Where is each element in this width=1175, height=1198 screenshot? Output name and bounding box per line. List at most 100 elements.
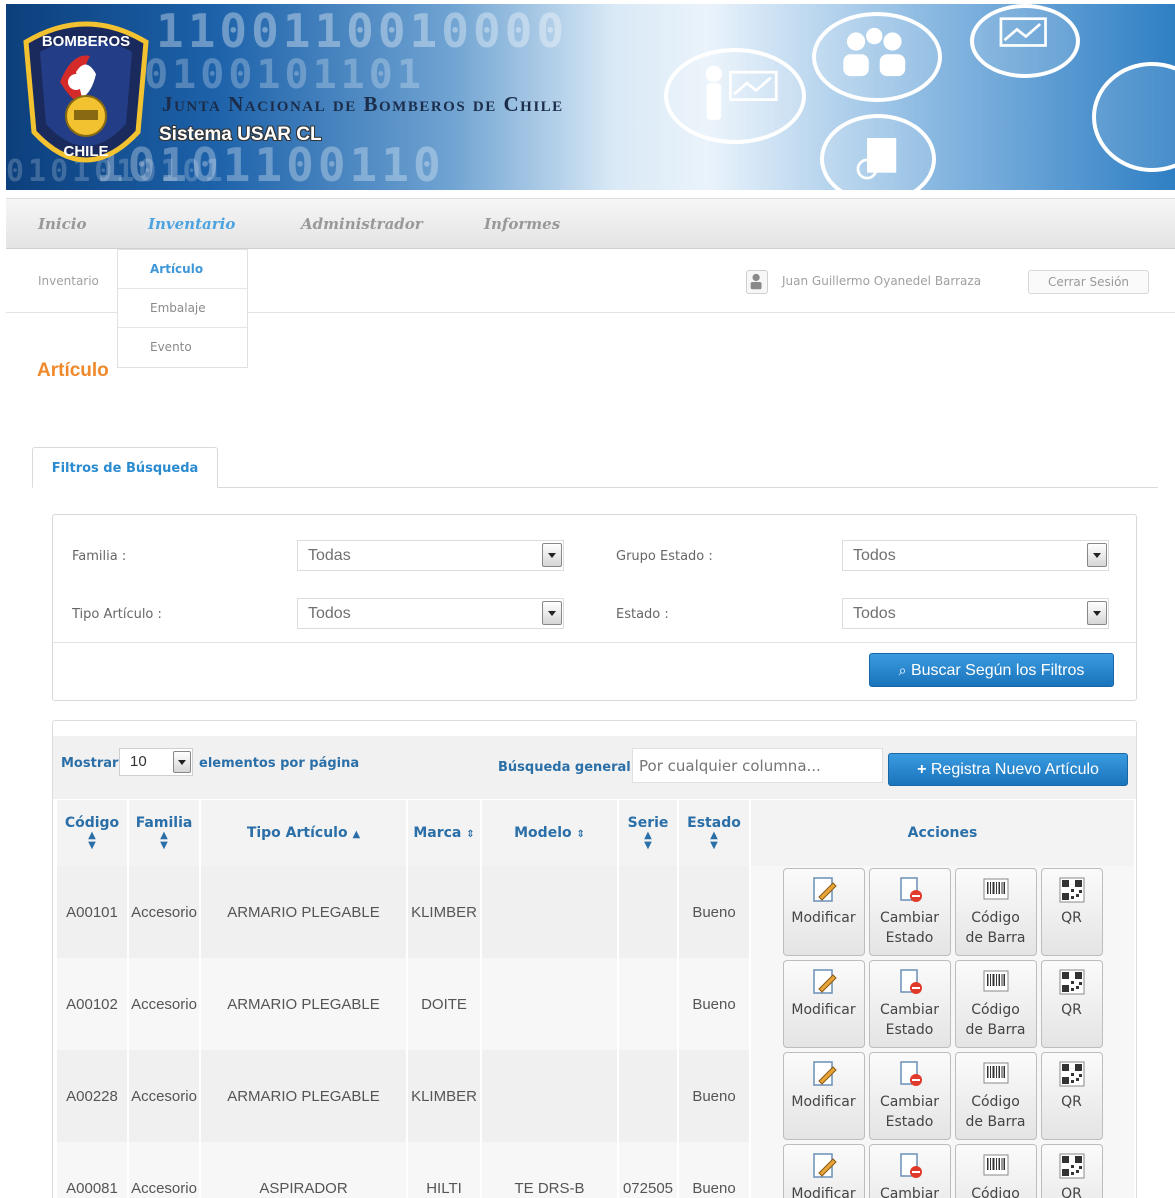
edit-icon: [812, 1061, 837, 1086]
barcode-icon: [983, 1154, 1008, 1176]
col-familia[interactable]: Familia ▲ ▼: [129, 800, 199, 866]
cell-serie: [619, 958, 677, 1050]
cell-estado: Bueno: [679, 1142, 749, 1198]
menu-item-evento[interactable]: Evento: [118, 328, 247, 367]
articles-table: Código ▲ ▼ Familia ▲ ▼ Tipo Artículo ▲ Marca…: [55, 800, 1136, 1198]
barcode-button[interactable]: Código de Barra: [954, 1052, 1037, 1140]
qr-button[interactable]: QR: [1040, 960, 1103, 1048]
cell-codigo: A00101: [57, 866, 127, 958]
col-tipo-articulo[interactable]: Tipo Artículo ▲: [201, 800, 406, 866]
system-title: Sistema USAR CL: [159, 124, 322, 145]
chart-bubble-icon: [970, 4, 1080, 78]
change-state-button[interactable]: Cambiar Estado: [868, 960, 951, 1048]
cell-tipo-articulo: ARMARIO PLEGABLE: [201, 958, 406, 1050]
search-icon: ⌕: [898, 662, 907, 678]
chevron-down-icon: [173, 751, 191, 773]
modify-button[interactable]: Modificar: [782, 868, 865, 956]
col-estado[interactable]: Estado ▲ ▼: [679, 800, 749, 866]
per-page-label: elementos por página: [199, 756, 360, 771]
document-remove-icon: [899, 1153, 922, 1178]
grupo-estado-select[interactable]: Todos: [842, 540, 1109, 571]
cell-modelo: [482, 958, 617, 1050]
col-marca[interactable]: Marca ⇕: [408, 800, 480, 866]
cell-tipo-articulo: ASPIRADOR: [201, 1142, 406, 1198]
new-article-button[interactable]: + Registra Nuevo Artículo: [888, 753, 1128, 786]
barcode-button[interactable]: Código de Barra: [954, 868, 1037, 956]
table-row: A00102 Accesorio ARMARIO PLEGABLE DOITE …: [57, 958, 1134, 1050]
cell-estado: Bueno: [679, 958, 749, 1050]
sort-icon: ▲ ▼: [710, 829, 718, 851]
plus-icon: +: [917, 761, 927, 778]
cell-acciones: Modificar Cambiar Estado Código de Barra…: [751, 866, 1134, 958]
logout-button[interactable]: Cerrar Sesión: [1028, 270, 1149, 294]
inventario-dropdown-menu: Artículo Embalaje Evento: [117, 249, 248, 368]
sort-icon: ▲ ▼: [88, 829, 96, 851]
qr-code-icon: [1059, 1153, 1084, 1179]
org-title: Junta Nacional de Bomberos de Chile: [162, 92, 564, 116]
general-search-input[interactable]: [632, 748, 883, 783]
change-state-button[interactable]: Cambiar Estado: [868, 1052, 951, 1140]
modify-button[interactable]: Modificar: [782, 960, 865, 1048]
modify-button[interactable]: Modificar: [782, 1144, 865, 1198]
col-codigo[interactable]: Código ▲ ▼: [57, 800, 127, 866]
cell-acciones: Modificar Cambiar Estado Código de Barra…: [751, 958, 1134, 1050]
cell-familia: Accesorio: [129, 1142, 199, 1198]
qr-button[interactable]: QR: [1040, 868, 1103, 956]
sort-icon: ▲ ▼: [160, 829, 168, 851]
estado-select[interactable]: Todos: [842, 598, 1109, 629]
gear-bubble-icon: [1092, 62, 1175, 172]
barcode-icon: [983, 1062, 1008, 1084]
cell-estado: Bueno: [679, 1050, 749, 1142]
table-row: A00228 Accesorio ARMARIO PLEGABLE KLIMBE…: [57, 1050, 1134, 1142]
edit-icon: [812, 877, 837, 902]
table-header-row: Código ▲ ▼ Familia ▲ ▼ Tipo Artículo ▲ Marca…: [57, 800, 1134, 866]
chevron-down-icon: [542, 543, 562, 567]
page-title: Artículo: [37, 360, 109, 381]
nav-administrador[interactable]: Administrador: [301, 215, 423, 233]
cell-acciones: Modificar Cambiar Estado Código de Barra…: [751, 1050, 1134, 1142]
bomberos-crest-logo: BOMBEROS CHILE: [23, 21, 149, 163]
qr-button[interactable]: QR: [1040, 1144, 1103, 1198]
tipo-articulo-label: Tipo Artículo :: [72, 607, 162, 622]
document-remove-icon: [899, 1061, 922, 1086]
document-remove-icon: [899, 969, 922, 994]
cell-codigo: A00081: [57, 1142, 127, 1198]
search-filters-button[interactable]: ⌕ Buscar Según los Filtros: [869, 653, 1114, 687]
cell-marca: KLIMBER: [408, 866, 480, 958]
cell-marca: KLIMBER: [408, 1050, 480, 1142]
page-size-select[interactable]: 10: [119, 748, 193, 776]
change-state-button[interactable]: Cambiar Estado: [868, 868, 951, 956]
menu-item-embalaje[interactable]: Embalaje: [118, 289, 247, 328]
barcode-button[interactable]: Código de Barra: [954, 1144, 1037, 1198]
grupo-estado-label: Grupo Estado :: [616, 549, 713, 564]
nav-inicio[interactable]: Inicio: [38, 215, 86, 233]
svg-text:BOMBEROS: BOMBEROS: [42, 33, 130, 50]
cell-marca: DOITE: [408, 958, 480, 1050]
user-name: Juan Guillermo Oyanedel Barraza: [782, 274, 982, 288]
document-remove-icon: [899, 877, 922, 902]
familia-select[interactable]: Todas: [297, 540, 564, 571]
breadcrumb[interactable]: Inventario: [38, 274, 99, 288]
menu-item-articulo[interactable]: Artículo: [118, 250, 247, 289]
nav-informes[interactable]: Informes: [484, 215, 560, 233]
col-serie[interactable]: Serie ▲ ▼: [619, 800, 677, 866]
nav-inventario[interactable]: Inventario: [148, 215, 235, 233]
main-nav: Inicio Inventario Administrador Informes: [6, 198, 1175, 249]
barcode-button[interactable]: Código de Barra: [954, 960, 1037, 1048]
cell-modelo: [482, 1050, 617, 1142]
change-state-button[interactable]: Cambiar Estado: [868, 1144, 951, 1198]
cell-familia: Accesorio: [129, 866, 199, 958]
cell-tipo-articulo: ARMARIO PLEGABLE: [201, 866, 406, 958]
col-modelo[interactable]: Modelo ⇕: [482, 800, 617, 866]
sort-icon: ▲ ▼: [644, 829, 652, 851]
cell-estado: Bueno: [679, 866, 749, 958]
filter-panel: Familia : Todas Grupo Estado : Todos Tip…: [52, 514, 1137, 701]
document-bubble-icon: [820, 114, 936, 190]
modify-button[interactable]: Modificar: [782, 1052, 865, 1140]
tab-filtros[interactable]: Filtros de Búsqueda: [32, 447, 218, 488]
cell-tipo-articulo: ARMARIO PLEGABLE: [201, 1050, 406, 1142]
team-bubble-icon: [812, 12, 942, 102]
tipo-articulo-select[interactable]: Todos: [297, 598, 564, 629]
qr-code-icon: [1059, 877, 1084, 903]
qr-button[interactable]: QR: [1040, 1052, 1103, 1140]
